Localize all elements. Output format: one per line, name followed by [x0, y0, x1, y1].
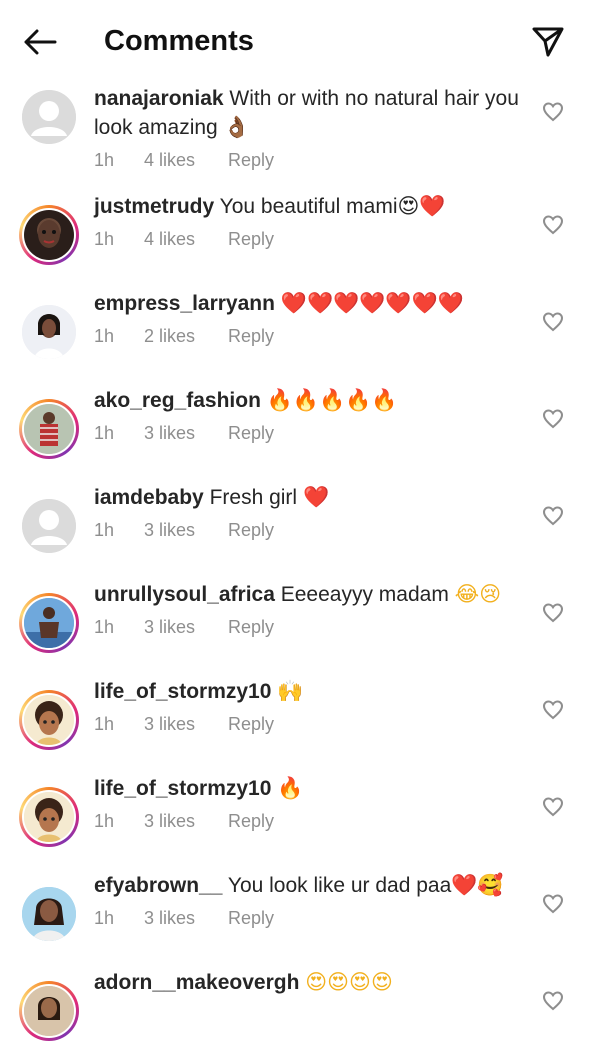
heart-icon[interactable] [541, 407, 565, 431]
comment-item: ako_reg_fashion 🔥🔥🔥🔥🔥 1h 3 likes Reply [0, 386, 593, 483]
comment-text: You beautiful mami [219, 195, 398, 218]
comment-item: unrullysoul_africa Eeeeayyy madam 😂😢 1h … [0, 580, 593, 677]
heart-icon[interactable] [541, 989, 565, 1013]
arrow-left-icon [24, 29, 57, 55]
comment-likes[interactable]: 4 likes [144, 229, 228, 250]
comment-username[interactable]: adorn__makeovergh [94, 971, 299, 994]
comment-emoji: 😂😢 [454, 582, 502, 606]
heart-icon[interactable] [541, 100, 565, 124]
comment-time: 1h [94, 714, 115, 734]
comment-emoji: 🔥🔥🔥🔥🔥 [266, 388, 398, 412]
comment-username[interactable]: life_of_stormzy10 [94, 680, 271, 703]
comment-text: Fresh girl [209, 486, 298, 509]
reply-button[interactable]: Reply [228, 229, 274, 250]
comment-likes[interactable]: 3 likes [144, 423, 228, 444]
comment-emoji: 🙌 [277, 679, 304, 703]
heart-icon[interactable] [541, 601, 565, 625]
comment-emoji: 🔥 [277, 776, 304, 800]
comment-username[interactable]: iamdebaby [94, 486, 204, 509]
comment-emoji: 👌🏾 [223, 115, 250, 139]
reply-button[interactable]: Reply [228, 714, 274, 735]
avatar[interactable] [19, 981, 79, 1041]
header: Comments [0, 0, 593, 82]
comment-time: 1h [94, 520, 115, 540]
comment-item: adorn__makeovergh 😍😍😍😍 [0, 968, 593, 1041]
avatar[interactable] [19, 87, 79, 147]
comment-likes[interactable]: 3 likes [144, 714, 228, 735]
comment-username[interactable]: ako_reg_fashion [94, 389, 261, 412]
reply-button[interactable]: Reply [228, 326, 274, 347]
heart-icon[interactable] [541, 213, 565, 237]
avatar[interactable] [19, 787, 79, 847]
comment-item: life_of_stormzy10 🔥 1h 3 likes Reply [0, 774, 593, 871]
avatar[interactable] [19, 205, 79, 265]
comment-item: efyabrown__ You look like ur dad paa❤️🥰 … [0, 871, 593, 968]
comment-text: Eeeeayyy madam [280, 583, 449, 606]
comment-item: life_of_stormzy10 🙌 1h 3 likes Reply [0, 677, 593, 774]
comment-emoji: 😍❤️ [397, 194, 446, 218]
comment-time: 1h [94, 150, 115, 170]
comment-text: You look like ur dad paa [227, 874, 452, 897]
comment-emoji: 😍😍😍😍 [305, 970, 393, 994]
heart-icon[interactable] [541, 504, 565, 528]
avatar[interactable] [19, 690, 79, 750]
comment-time: 1h [94, 326, 115, 346]
comment-time: 1h [94, 908, 115, 928]
comment-username[interactable]: nanajaroniak [94, 87, 224, 110]
comments-list: nanajaroniak With or with no natural hai… [0, 82, 593, 1041]
comment-username[interactable]: unrullysoul_africa [94, 583, 275, 606]
comment-likes[interactable]: 3 likes [144, 520, 228, 541]
comment-time: 1h [94, 423, 115, 443]
reply-button[interactable]: Reply [228, 908, 274, 929]
comment-likes[interactable]: 4 likes [144, 150, 228, 171]
comment-username[interactable]: life_of_stormzy10 [94, 777, 271, 800]
default-avatar-icon [22, 90, 76, 144]
avatar[interactable] [19, 399, 79, 459]
comment-emoji: ❤️ [302, 485, 330, 509]
avatar[interactable] [19, 496, 79, 556]
comment-item: justmetrudy You beautiful mami😍❤️ 1h 4 l… [0, 192, 593, 289]
comment-likes[interactable]: 3 likes [144, 811, 228, 832]
avatar[interactable] [19, 302, 79, 362]
share-button[interactable] [528, 22, 568, 62]
comment-time: 1h [94, 617, 115, 637]
reply-button[interactable]: Reply [228, 520, 274, 541]
comment-time: 1h [94, 811, 115, 831]
avatar[interactable] [19, 884, 79, 944]
comment-item: empress_larryann ❤️❤️❤️❤️❤️❤️❤️ 1h 2 lik… [0, 289, 593, 386]
page-title: Comments [104, 25, 254, 57]
heart-icon[interactable] [541, 310, 565, 334]
comment-emoji: ❤️🥰 [451, 873, 504, 897]
avatar[interactable] [19, 593, 79, 653]
back-button[interactable] [20, 22, 60, 62]
comment-emoji: ❤️❤️❤️❤️❤️❤️❤️ [280, 291, 464, 315]
paper-plane-icon [532, 27, 564, 57]
comment-item: iamdebaby Fresh girl ❤️ 1h 3 likes Reply [0, 483, 593, 580]
reply-button[interactable]: Reply [228, 617, 274, 638]
comment-item: nanajaroniak With or with no natural hai… [0, 82, 593, 192]
comment-likes[interactable]: 2 likes [144, 326, 228, 347]
comment-time: 1h [94, 229, 115, 249]
comment-likes[interactable]: 3 likes [144, 617, 228, 638]
reply-button[interactable]: Reply [228, 150, 274, 171]
heart-icon[interactable] [541, 795, 565, 819]
heart-icon[interactable] [541, 892, 565, 916]
comment-username[interactable]: justmetrudy [94, 195, 214, 218]
comment-username[interactable]: empress_larryann [94, 292, 275, 315]
comment-likes[interactable]: 3 likes [144, 908, 228, 929]
reply-button[interactable]: Reply [228, 811, 274, 832]
heart-icon[interactable] [541, 698, 565, 722]
default-avatar-icon [22, 499, 76, 553]
comment-username[interactable]: efyabrown__ [94, 874, 222, 897]
reply-button[interactable]: Reply [228, 423, 274, 444]
